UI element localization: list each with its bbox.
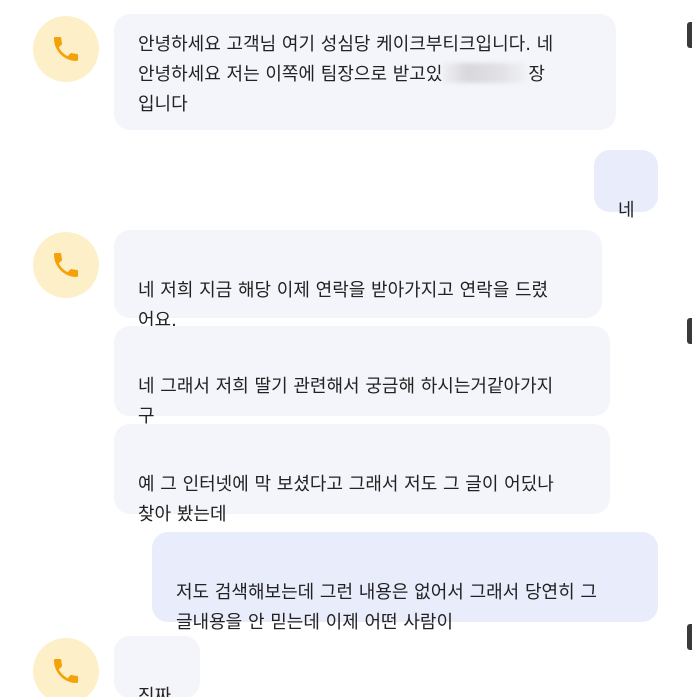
message-text: 네 저희 지금 해당 이제 연락을 받아가지고 연락을 드렸 어요.	[138, 280, 549, 331]
incoming-message: 네 저희 지금 해당 이제 연락을 받아가지고 연락을 드렸 어요.	[114, 230, 602, 331]
caller-avatar	[33, 16, 99, 82]
phone-icon	[54, 659, 78, 683]
message-text: 장	[528, 64, 545, 85]
incoming-message: 안녕하세요 고객님 여기 성심당 케이크부티크입니다. 네 안녕하세요 저는 이…	[114, 14, 616, 130]
edge-marker	[687, 624, 692, 650]
message-text: 안녕하세요 고객님 여기 성심당 케이크부티크입니다. 네	[138, 34, 554, 55]
caller-avatar	[33, 232, 99, 298]
edge-marker	[687, 22, 692, 48]
outgoing-message: 저도 검색해보는데 그런 내용은 없어서 그래서 당연히 그 글내용을 안 믿는…	[152, 532, 658, 633]
outgoing-message: 네	[594, 150, 658, 221]
caller-avatar	[33, 638, 99, 697]
message-text: 네 그래서 저희 딸기 관련해서 궁금해 하시는거같아가지 구	[138, 376, 554, 427]
message-text: 입니다	[138, 94, 188, 115]
message-text: 저도 검색해보는데 그런 내용은 없어서 그래서 당연히 그 글내용을 안 믿는…	[176, 582, 597, 633]
phone-icon	[54, 37, 78, 61]
incoming-message: 진짜	[114, 636, 200, 697]
chat-transcript: 안녕하세요 고객님 여기 성심당 케이크부티크입니다. 네 안녕하세요 저는 이…	[0, 0, 692, 697]
message-text: 진짜	[138, 686, 172, 697]
incoming-message: 예 그 인터넷에 막 보셨다고 그래서 저도 그 글이 어딨나 찾아 봤는데	[114, 424, 610, 525]
message-text: 네	[618, 200, 635, 221]
phone-icon	[54, 253, 78, 277]
message-text: 예 그 인터넷에 막 보셨다고 그래서 저도 그 글이 어딨나 찾아 봤는데	[138, 474, 554, 525]
edge-marker	[687, 318, 692, 344]
incoming-message: 네 그래서 저희 딸기 관련해서 궁금해 하시는거같아가지 구	[114, 326, 610, 427]
message-text: 안녕하세요 저는 이쪽에 팀장으로 받고있	[138, 64, 443, 85]
redacted-blur	[442, 63, 529, 83]
